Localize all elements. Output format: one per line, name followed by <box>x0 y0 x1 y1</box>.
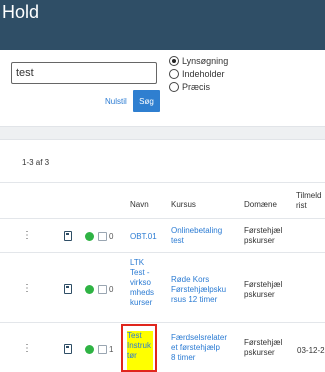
calendar-icon[interactable] <box>98 285 107 294</box>
result-count: 1-3 af 3 <box>22 158 50 167</box>
document-icon[interactable] <box>64 231 72 241</box>
search-mode-label: Præcis <box>182 82 211 92</box>
column-header-signup-deadline[interactable]: Tilmeld rist <box>296 191 321 211</box>
page-header: Hold <box>0 0 325 50</box>
document-icon[interactable] <box>64 344 72 354</box>
table-divider <box>0 182 325 183</box>
status-dot-icon <box>85 345 94 354</box>
search-mode-exact[interactable]: Præcis <box>169 82 210 92</box>
search-mode-contains[interactable]: Indeholder <box>169 69 225 79</box>
column-header-course[interactable]: Kursus <box>171 200 196 210</box>
search-mode-quick[interactable]: Lynsøgning <box>169 56 228 66</box>
search-mode-label: Indeholder <box>182 69 225 79</box>
kebab-menu-icon[interactable]: ⋮ <box>22 343 32 354</box>
calendar-icon[interactable] <box>98 232 107 241</box>
radio-selected-icon[interactable] <box>169 56 179 66</box>
document-icon[interactable] <box>64 284 72 294</box>
row-name[interactable]: LTK Test - virkso mheds kurser <box>130 258 154 308</box>
highlight-annotation <box>121 324 157 372</box>
row-course[interactable]: Færdselsrelater et førstehjælp 8 timer <box>171 333 227 363</box>
column-header-domain[interactable]: Domæne <box>244 200 277 210</box>
row-domain: Førstehjæl pskurser <box>244 280 283 299</box>
row-date: 03-12-2 <box>297 346 325 355</box>
row-course[interactable]: Røde Kors Førstehjælpsku rsus 12 timer <box>171 275 226 305</box>
row-count: 0 <box>109 285 114 294</box>
column-header-name[interactable]: Navn <box>130 200 149 210</box>
reset-link[interactable]: Nulstil <box>105 97 127 106</box>
row-course[interactable]: Onlinebetaling test <box>171 226 222 246</box>
calendar-icon[interactable] <box>98 345 107 354</box>
status-dot-icon <box>85 232 94 241</box>
page-title: Hold <box>2 2 40 22</box>
search-input[interactable] <box>11 62 157 84</box>
table-divider <box>0 252 325 253</box>
table-divider <box>0 218 325 219</box>
table-divider <box>0 322 325 323</box>
section-divider <box>0 126 325 140</box>
row-domain: Førstehjæl pskurser <box>244 226 283 245</box>
kebab-menu-icon[interactable]: ⋮ <box>22 283 32 294</box>
search-mode-label: Lynsøgning <box>182 56 229 66</box>
kebab-menu-icon[interactable]: ⋮ <box>22 230 32 241</box>
row-domain: Førstehjæl pskurser <box>244 338 283 357</box>
row-count: 0 <box>109 232 114 241</box>
row-count: 1 <box>109 345 114 354</box>
radio-icon[interactable] <box>169 82 179 92</box>
radio-icon[interactable] <box>169 69 179 79</box>
row-name[interactable]: OBT.01 <box>130 232 157 242</box>
search-button[interactable]: Søg <box>133 90 160 112</box>
status-dot-icon <box>85 285 94 294</box>
